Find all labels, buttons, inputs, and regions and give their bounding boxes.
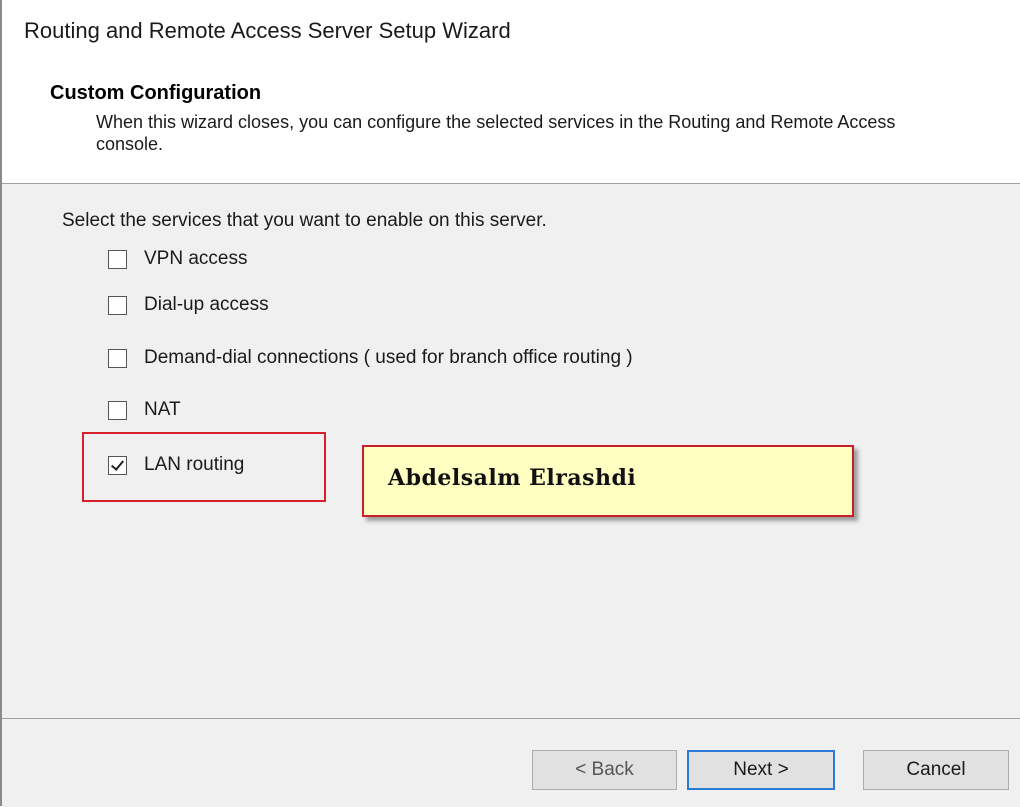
option-label: NAT [144,399,181,420]
author-note-text: Abdelsalm Elrashdi [388,465,637,491]
dial-up-access-checkbox[interactable] [108,295,127,315]
option-demand-dial[interactable]: Demand-dial connections ( used for branc… [108,347,633,369]
option-label: Demand-dial connections ( used for branc… [144,347,633,368]
option-label: Dial-up access [144,294,269,315]
lan-routing-highlight [82,432,326,502]
back-button[interactable]: < Back [532,750,677,790]
page-title: Custom Configuration [50,82,262,104]
vpn-access-checkbox[interactable] [108,249,127,269]
title-bar: Routing and Remote Access Server Setup W… [2,0,1020,66]
wizard-footer: < Back Next > Cancel [2,718,1020,807]
cancel-button[interactable]: Cancel [863,750,1009,790]
option-nat[interactable]: NAT [108,399,181,421]
option-vpn-access[interactable]: VPN access [108,248,247,270]
page-description: When this wizard closes, you can configu… [96,112,896,154]
wizard-header: Custom Configuration When this wizard cl… [2,66,1020,184]
services-prompt: Select the services that you want to ena… [62,210,547,231]
window-title: Routing and Remote Access Server Setup W… [24,18,511,43]
wizard-content: Select the services that you want to ena… [2,184,1020,718]
wizard-window: Routing and Remote Access Server Setup W… [0,0,1020,807]
option-dial-up-access[interactable]: Dial-up access [108,294,269,316]
nat-checkbox[interactable] [108,400,127,420]
option-label: VPN access [144,248,248,269]
demand-dial-checkbox[interactable] [108,348,127,368]
author-note: Abdelsalm Elrashdi [362,445,854,517]
next-button[interactable]: Next > [687,750,835,790]
